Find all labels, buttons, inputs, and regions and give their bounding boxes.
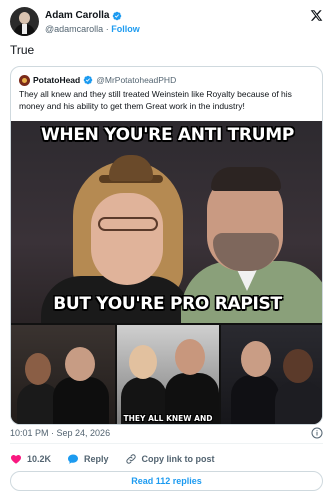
copy-link-label: Copy link to post xyxy=(141,454,215,464)
author-handle-line: @adamcarolla · Follow xyxy=(45,24,140,34)
reply-label: Reply xyxy=(84,454,109,464)
copy-link-button[interactable]: Copy link to post xyxy=(125,453,215,465)
quoted-author-handle: @MrPotatoheadPHD xyxy=(96,75,177,85)
author-handle[interactable]: @adamcarolla xyxy=(45,24,103,34)
follow-button[interactable]: Follow xyxy=(111,24,140,34)
tweet-timestamp[interactable]: 10:01 PM · Sep 24, 2026 xyxy=(10,428,110,438)
info-icon[interactable] xyxy=(311,427,323,439)
meme-photo-panel xyxy=(221,325,322,424)
meme-caption-top: WHEN YOU'RE ANTI TRUMP xyxy=(40,125,294,145)
meme-main-photo xyxy=(11,121,322,323)
meme-image[interactable]: WHEN YOU'RE ANTI TRUMP BUT YOU'RE PRO RA… xyxy=(11,121,322,424)
like-count: 10.2K xyxy=(27,454,52,464)
quoted-author-name: PotatoHead xyxy=(33,75,81,85)
quoted-author-avatar xyxy=(19,74,30,86)
meme-photo-panel xyxy=(11,325,115,424)
quoted-tweet-header: PotatoHead @MrPotatoheadPHD xyxy=(19,73,176,87)
handle-separator: · xyxy=(105,24,109,34)
author-avatar[interactable] xyxy=(10,7,39,36)
heart-icon xyxy=(11,455,21,464)
divider xyxy=(10,443,323,444)
meme-photo-panel: THEY ALL KNEW AND xyxy=(117,325,219,424)
verified-badge-icon xyxy=(83,75,93,85)
read-replies-button[interactable]: Read 112 replies xyxy=(10,471,323,491)
author-name-line: Adam Carolla xyxy=(45,10,122,21)
quoted-tweet[interactable]: PotatoHead @MrPotatoheadPHD They all kne… xyxy=(10,66,323,425)
tweet-actions: 10.2K Reply Copy link to post xyxy=(10,452,231,466)
embedded-tweet-card: Adam Carolla @adamcarolla · Follow True … xyxy=(0,0,333,500)
quoted-tweet-text: They all knew and they still treated Wei… xyxy=(19,89,292,111)
meme-photo-strip: THEY ALL KNEW AND xyxy=(11,325,322,424)
verified-badge-icon xyxy=(113,11,122,20)
reply-bubble-icon xyxy=(68,454,79,464)
x-logo-icon[interactable] xyxy=(310,9,323,22)
tweet-text: True xyxy=(10,43,35,57)
link-icon xyxy=(125,454,136,464)
tweet-header: Adam Carolla @adamcarolla · Follow xyxy=(10,7,323,39)
reply-button[interactable]: Reply xyxy=(67,453,109,465)
meme-panel-caption: THEY ALL KNEW AND xyxy=(123,414,213,423)
author-name[interactable]: Adam Carolla xyxy=(45,10,109,21)
like-button[interactable]: 10.2K xyxy=(10,453,51,465)
meme-caption-bottom: BUT YOU'RE PRO RAPIST xyxy=(53,294,282,314)
